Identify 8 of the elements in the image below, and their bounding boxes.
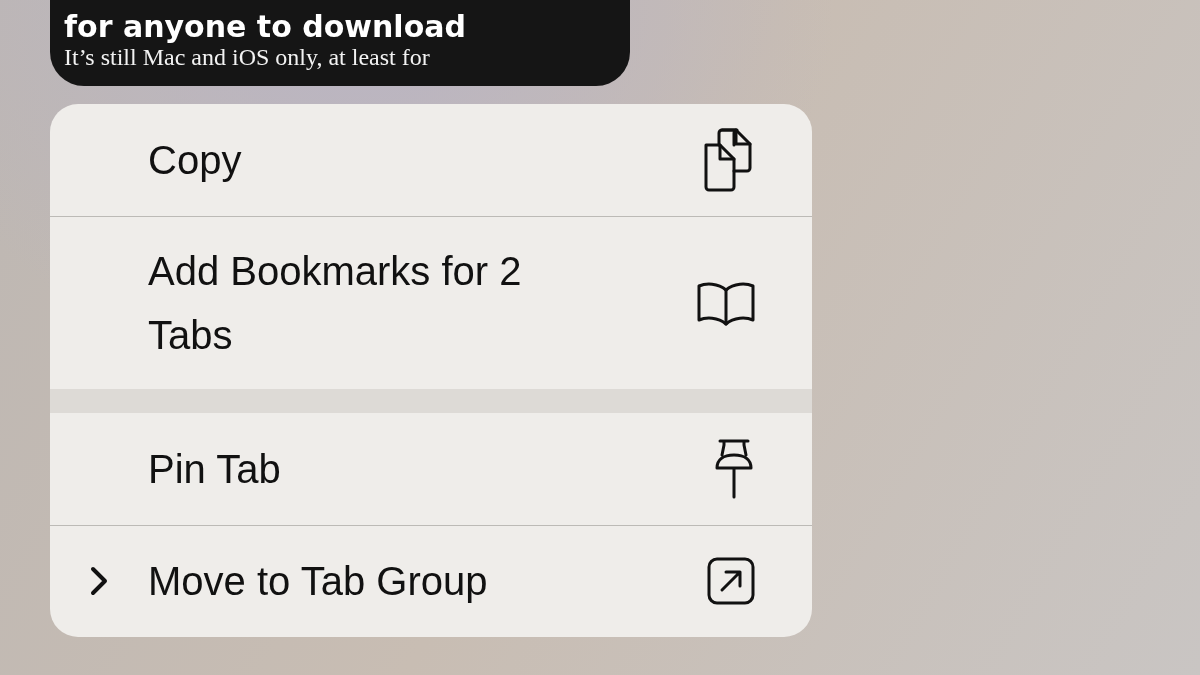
menu-item[interactable]: Add Bookmarks for 2 Tabs bbox=[50, 215, 812, 389]
menu-item[interactable]: Move to Tab Group bbox=[50, 524, 812, 637]
article-subtitle: It’s still Mac and iOS only, at least for bbox=[64, 43, 431, 72]
article-headline: for anyone to download bbox=[64, 10, 467, 43]
menu-item[interactable]: Pin Tab bbox=[50, 412, 812, 525]
chevron-icon bbox=[89, 566, 109, 597]
arrow-square-icon bbox=[706, 556, 756, 607]
menu-item[interactable]: Copy bbox=[50, 103, 812, 216]
